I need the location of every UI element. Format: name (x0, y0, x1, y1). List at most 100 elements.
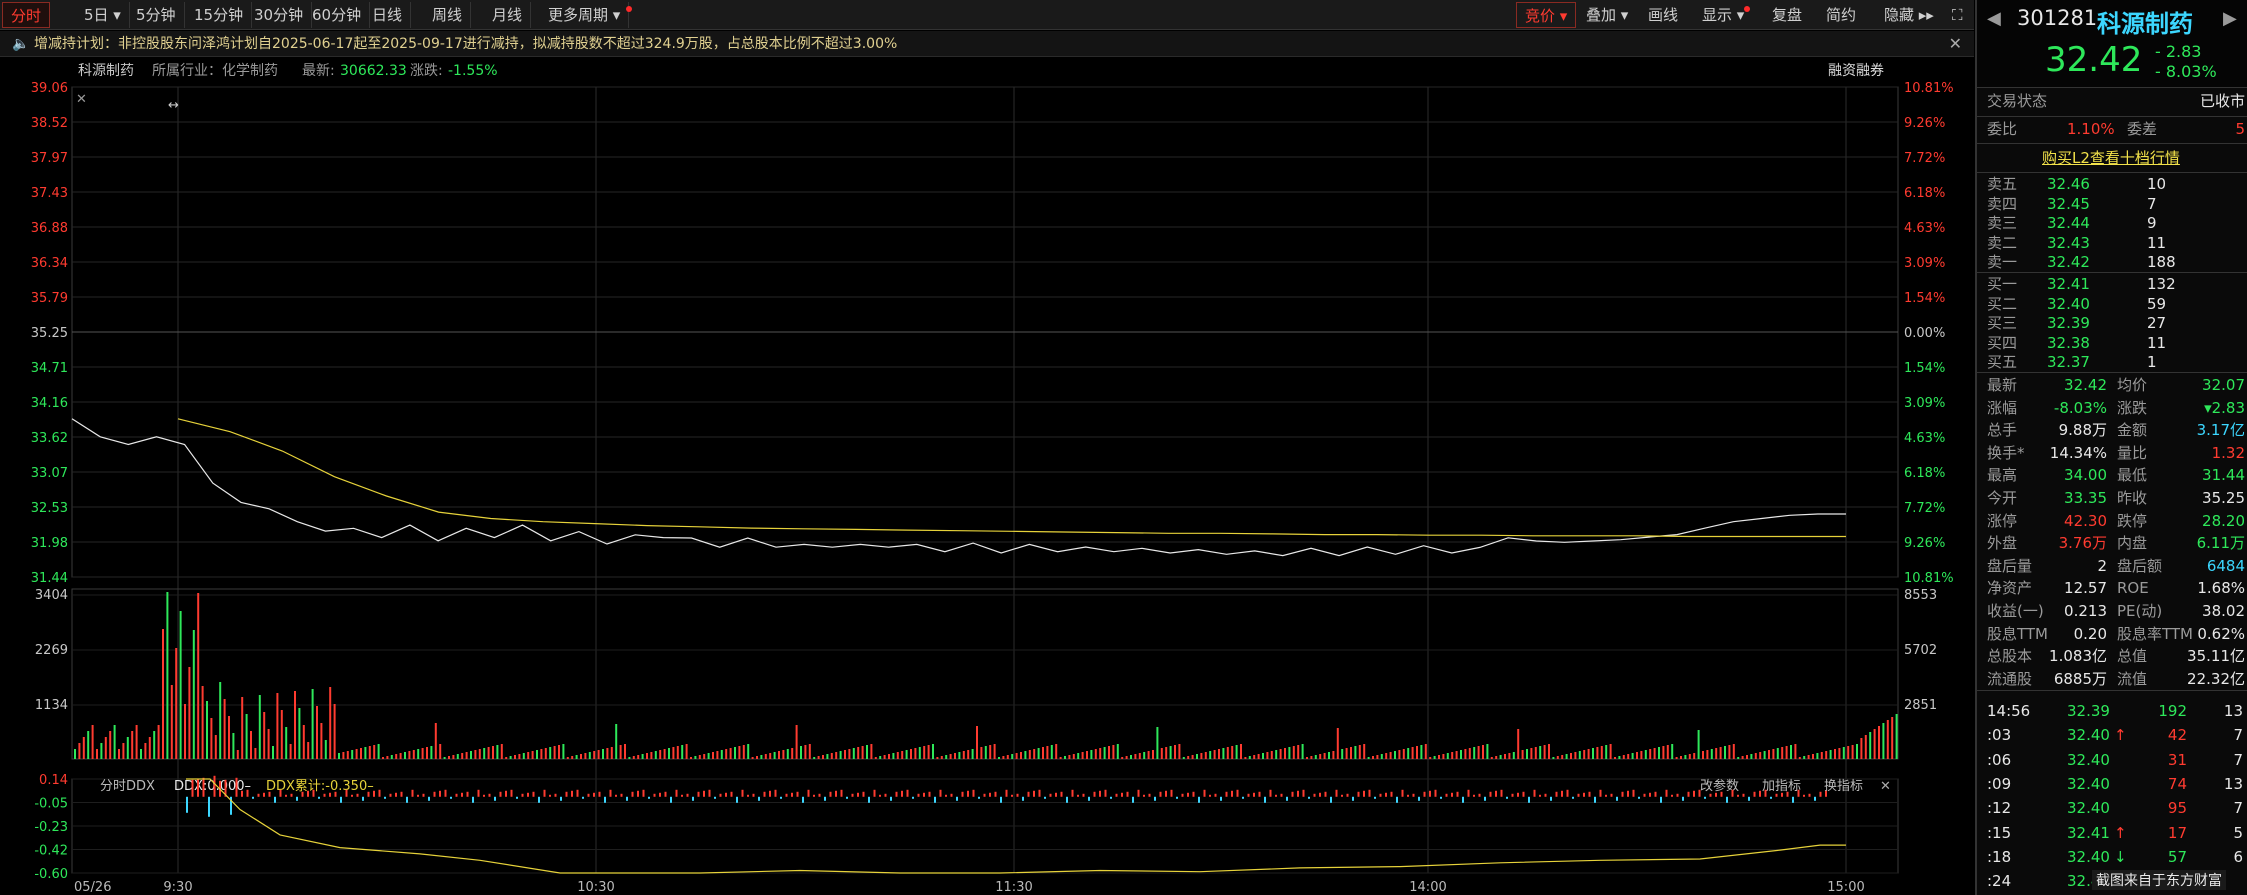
ddx-bar (1764, 789, 1767, 797)
period-tab[interactable]: 分时 (2, 2, 51, 28)
ddx-bar (510, 789, 513, 797)
tick-price: 32.40 (2067, 726, 2110, 745)
ddx-bar (323, 793, 326, 797)
chart-canvas[interactable]: 39.06 10.81% 38.52 9.26% 37.97 7.72% 37.43 6.18… (0, 57, 1974, 895)
bid-volume: 1 (2147, 353, 2157, 371)
volume-bar (1046, 746, 1049, 759)
ddx-bar (813, 794, 815, 797)
toolbar-option[interactable]: 简约 (1818, 2, 1864, 28)
ddx-bar (983, 793, 986, 797)
ddx-bar (1561, 790, 1563, 797)
volume-bar (659, 750, 662, 759)
close-icon[interactable]: ✕ (1949, 31, 1962, 57)
bid-row: 买四 32.38 11 (1987, 333, 2245, 353)
ddx-bar (257, 793, 260, 797)
volume-bar (1262, 753, 1264, 759)
ddx-bar (268, 791, 271, 797)
stat-label: 股息率TTM (2117, 624, 2194, 643)
volume-bar (949, 754, 952, 759)
period-tab[interactable]: 15分钟 (186, 2, 253, 28)
tick-row: :03 32.40 ↑ 42 7 (1987, 724, 2245, 747)
stat-value: 9.88万 (2058, 421, 2107, 440)
ddx-bar (1055, 792, 1057, 797)
toolbar-option[interactable]: 竞价 ▾ (1516, 2, 1577, 28)
volume-bar (162, 629, 164, 759)
stat-row: 净资产 12.57 ROE 1.68% (1987, 577, 2245, 600)
volume-bar (1477, 746, 1480, 759)
stat-label: 金额 (2117, 421, 2148, 440)
period-tab[interactable]: 30分钟 (246, 2, 313, 28)
prev-stock-icon[interactable]: ◀ (1987, 8, 2001, 29)
ddx-bar (1203, 789, 1206, 797)
volume-bar (298, 708, 301, 759)
time-tick-label: 11:30 (995, 880, 1032, 895)
volume-bar (901, 751, 904, 759)
pct-tick-label: 3.09% (1904, 396, 1945, 411)
ddx-bar (1643, 793, 1646, 797)
volume-bar (1468, 748, 1471, 759)
volume-bar (1517, 729, 1520, 759)
toolbar-option[interactable]: 显示 ▾ (1694, 2, 1752, 28)
period-tab[interactable]: 5分钟 (128, 2, 185, 28)
ddx-bar (1253, 792, 1255, 797)
crosshair-icon: ↔ (168, 98, 179, 113)
ask-label: 卖一 (1987, 253, 2018, 271)
ddx-bar (1440, 796, 1442, 799)
ddx-tick-label: -0.05 (34, 797, 68, 812)
tick-price: 32.40 (2067, 799, 2110, 818)
toolbar-option[interactable]: 复盘 (1764, 2, 1810, 28)
volume-bar (1411, 747, 1414, 759)
fullscreen-icon[interactable]: ⛶ (1944, 2, 1971, 28)
period-tab[interactable]: 60分钟 (304, 2, 371, 28)
toolbar-option[interactable]: 隐藏 ▸▸ (1876, 2, 1942, 28)
price-tick-label: 36.34 (31, 256, 68, 271)
volume-bar (1539, 746, 1542, 759)
ddx-bar (1242, 796, 1244, 799)
volume-bar (1196, 754, 1198, 759)
volume-bar (166, 592, 169, 759)
volume-bar (993, 744, 996, 759)
indicator-tool-button[interactable]: 加指标 (1762, 779, 1801, 794)
ddx-bar (444, 789, 447, 797)
volume-bar (1798, 757, 1801, 759)
volume-bar (1121, 757, 1124, 759)
ddx-bar (1588, 791, 1591, 797)
period-tab[interactable]: 更多周期 ▾ (540, 2, 630, 28)
volume-bar (1649, 749, 1652, 759)
l2-quote-link[interactable]: 购买L2查看十档行情 (2042, 147, 2180, 170)
period-tab[interactable]: 周线 (424, 2, 472, 28)
stat-value: 1.68% (2197, 579, 2245, 598)
tick-count: 7 (2233, 750, 2243, 769)
toolbar-option[interactable]: 画线 (1640, 2, 1686, 28)
stock-name: 科源制药 (2097, 10, 2193, 38)
volume-bar (888, 754, 890, 759)
ddx-bar (1374, 796, 1376, 799)
volume-bar (1354, 746, 1357, 759)
volume-bar (338, 753, 340, 759)
period-tab[interactable]: 月线 (484, 2, 532, 28)
volume-bar (553, 746, 556, 759)
indicator-tool-button[interactable]: 换指标 (1824, 779, 1863, 794)
volume-bar (1464, 749, 1467, 759)
ddx-bar (433, 791, 436, 797)
ddx-bar (373, 790, 375, 797)
toolbar-option[interactable]: 叠加 ▾ (1578, 2, 1636, 28)
ddx-bar (235, 777, 238, 797)
volume-bar (1429, 757, 1432, 759)
ddx-bar (928, 791, 931, 797)
stat-row: 盘后量 2 盘后额 6484 (1987, 555, 2245, 578)
period-tab[interactable]: 日线 (364, 2, 412, 28)
next-stock-icon[interactable]: ▶ (2223, 8, 2237, 29)
margin-trading-button[interactable]: 融资融券 (1828, 59, 1884, 83)
price-tick-label: 34.71 (31, 361, 68, 376)
period-tab[interactable]: 5日 ▾ (76, 2, 130, 28)
volume-bar (1688, 754, 1691, 759)
ddx-bar (406, 796, 408, 803)
ddx-bar (1825, 790, 1827, 797)
intraday-chart[interactable]: 39.06 10.81% 38.52 9.26% 37.97 7.72% 37.43 6.18… (0, 57, 1974, 895)
volume-bar (1099, 748, 1102, 759)
stat-label: 涨幅 (1987, 398, 2018, 417)
tick-volume: 95 (2167, 799, 2187, 818)
volume-bar (1160, 748, 1163, 759)
volume-bar (1297, 745, 1300, 759)
